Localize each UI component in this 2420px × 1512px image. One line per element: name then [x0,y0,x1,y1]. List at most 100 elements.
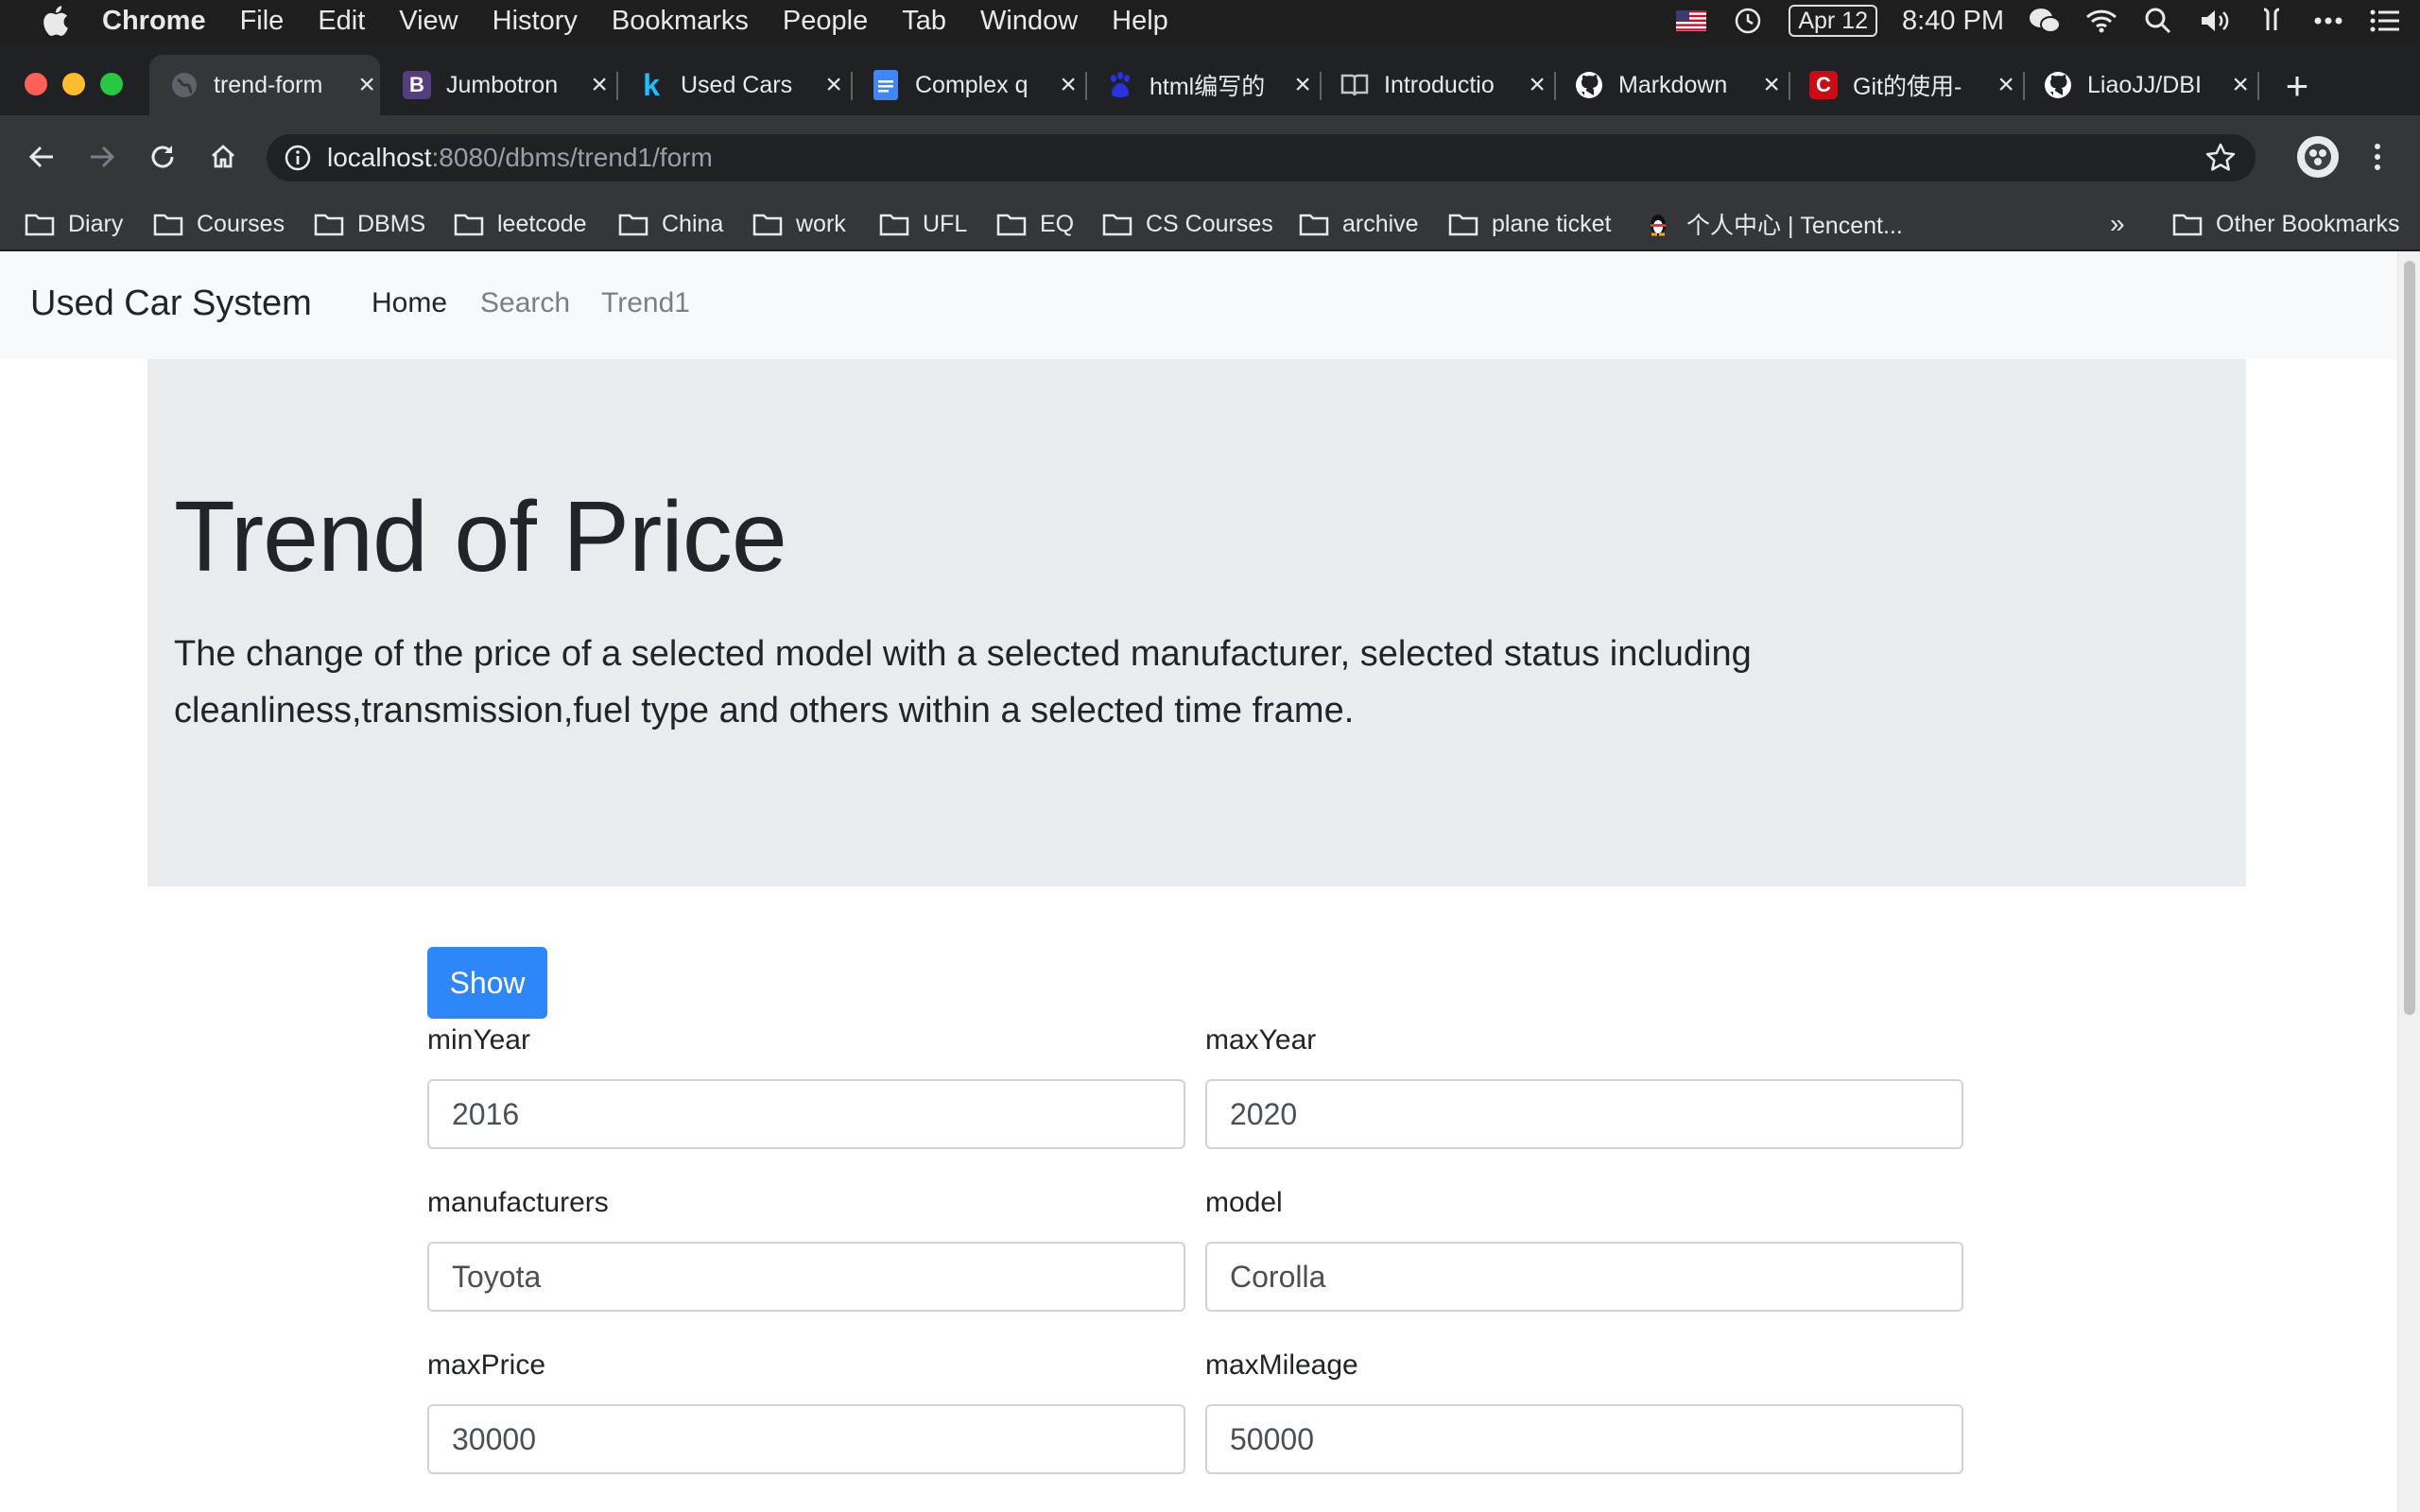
bookmark-folder-courses[interactable]: Courses [153,202,285,246]
folder-icon [1448,214,1478,236]
tab-close-icon[interactable]: × [1758,69,1785,100]
bookmark-folder-dbms[interactable]: DBMS [314,202,425,246]
us-flag-icon[interactable] [1675,5,1707,37]
navbar-brand[interactable]: Used Car System [30,284,312,324]
profile-avatar-icon[interactable] [2297,136,2339,178]
time-machine-icon[interactable] [1732,5,1764,37]
nav-link-search[interactable]: Search [480,287,570,319]
home-icon[interactable] [202,136,244,178]
max-year-input[interactable] [1205,1079,1963,1149]
bookmark-folder-archive[interactable]: archive [1299,202,1419,246]
bookmarks-overflow-chevron[interactable]: » [2110,202,2125,246]
wechat-icon[interactable] [2029,5,2061,37]
browser-tab-html[interactable]: html编写的 × [1085,55,1316,115]
menu-help[interactable]: Help [1095,6,1185,37]
tab-close-icon[interactable]: × [1055,69,1081,100]
max-mileage-label: maxMileage [1205,1349,1358,1381]
forward-arrow-icon[interactable] [81,136,123,178]
bookmark-folder-eq[interactable]: EQ [996,202,1074,246]
bookmark-folder-other[interactable]: Other Bookmarks [2172,202,2400,246]
airpods-icon[interactable] [2256,5,2288,37]
tab-close-icon[interactable]: × [354,69,380,100]
folder-icon [2172,214,2203,236]
volume-icon[interactable] [2199,5,2231,37]
bookmark-label: CS Courses [1146,210,1273,237]
manufacturers-input[interactable] [427,1242,1185,1312]
spotlight-icon[interactable] [2142,5,2174,37]
menubar-time[interactable]: 8:40 PM [1902,6,2004,37]
address-bar[interactable]: localhost:8080/dbms/trend1/form [267,134,2256,181]
tab-close-icon[interactable]: × [2227,69,2254,100]
bookmark-folder-plane-ticket[interactable]: plane ticket [1448,202,1611,246]
menu-app-name[interactable]: Chrome [81,6,223,37]
browser-tab-liaojj[interactable]: LiaoJJ/DBI × [2023,55,2254,115]
model-input[interactable] [1205,1242,1963,1312]
jumbotron: Trend of Price The change of the price o… [147,359,2246,886]
reload-icon[interactable] [142,136,183,178]
tab-title: Used Cars [681,71,793,98]
bookmark-label: Courses [197,210,285,237]
chrome-menu-icon[interactable] [2363,136,2392,178]
bookmark-tencent[interactable]: 个人中心 | Tencent... [1643,202,1903,246]
bookmark-folder-leetcode[interactable]: leetcode [454,202,587,246]
window-zoom-button[interactable] [100,73,123,95]
browser-tab-trend-form[interactable]: trend-form × [149,55,380,115]
browser-tab-used-cars[interactable]: k Used Cars × [616,55,847,115]
menu-history[interactable]: History [475,6,595,37]
manufacturers-label: manufacturers [427,1187,609,1218]
menubar-date[interactable]: Apr 12 [1789,5,1877,37]
window-close-button[interactable] [25,73,47,95]
url-text[interactable]: localhost:8080/dbms/trend1/form [327,143,713,173]
min-year-input[interactable] [427,1079,1185,1149]
macos-menu-bar: Chrome File Edit View History Bookmarks … [0,0,2420,42]
bookmark-folder-china[interactable]: China [618,202,723,246]
browser-tab-complex-query[interactable]: Complex q × [851,55,1081,115]
tab-close-icon[interactable]: × [1524,69,1550,100]
page-scrollbar[interactable] [2397,251,2420,1512]
bookmark-label: 个人中心 | Tencent... [1686,213,1903,239]
tab-title: LiaoJJ/DBI [2087,71,2202,98]
bookmark-folder-ufl[interactable]: UFL [879,202,967,246]
tab-title: html编写的 [1150,74,1266,100]
browser-tab-markdown[interactable]: Markdown × [1554,55,1785,115]
max-mileage-input[interactable] [1205,1404,1963,1474]
menu-file[interactable]: File [223,6,302,37]
menu-tab[interactable]: Tab [885,6,963,37]
browser-tab-git[interactable]: C Git的使用- × [1789,55,2019,115]
bookmark-label: UFL [923,210,968,237]
tab-close-icon[interactable]: × [1289,69,1316,100]
menu-edit[interactable]: Edit [301,6,382,37]
bookmark-folder-diary[interactable]: Diary [25,202,123,246]
baidu-icon [1106,71,1134,99]
bookmark-star-icon[interactable] [2204,142,2237,174]
menu-people[interactable]: People [766,6,885,37]
tab-close-icon[interactable]: × [586,69,613,100]
notification-center-icon[interactable] [2369,5,2401,37]
menu-window[interactable]: Window [963,6,1095,37]
tab-title: Git的使用- [1853,74,1962,100]
nav-link-trend1[interactable]: Trend1 [601,287,690,319]
window-minimize-button[interactable] [62,73,85,95]
browser-tab-introduction[interactable]: Introductio × [1320,55,1550,115]
bookmark-folder-cs-courses[interactable]: CS Courses [1102,202,1273,246]
apple-icon[interactable] [28,0,81,42]
kaggle-icon: k [643,67,660,102]
bookmark-folder-work[interactable]: work [752,202,846,246]
tab-close-icon[interactable]: × [1993,69,2019,100]
wifi-icon[interactable] [2085,5,2118,37]
scrollbar-thumb[interactable] [2404,261,2415,1015]
menu-bookmarks[interactable]: Bookmarks [595,6,766,37]
menu-view[interactable]: View [382,6,475,37]
new-tab-plus-icon[interactable]: + [2278,66,2316,106]
more-dots-icon[interactable] [2312,5,2344,37]
max-price-input[interactable] [427,1404,1185,1474]
tab-close-icon[interactable]: × [821,69,847,100]
browser-tab-jumbotron[interactable]: B Jumbotron × [382,55,613,115]
nav-link-home[interactable]: Home [372,287,447,319]
site-info-icon[interactable] [284,144,312,172]
min-year-label: minYear [427,1024,530,1056]
page-description: The change of the price of a selected mo… [174,634,1752,730]
back-arrow-icon[interactable] [21,136,62,178]
show-button[interactable]: Show [427,947,547,1019]
web-page: Used Car System Home Search Trend1 Trend… [0,251,2397,1512]
